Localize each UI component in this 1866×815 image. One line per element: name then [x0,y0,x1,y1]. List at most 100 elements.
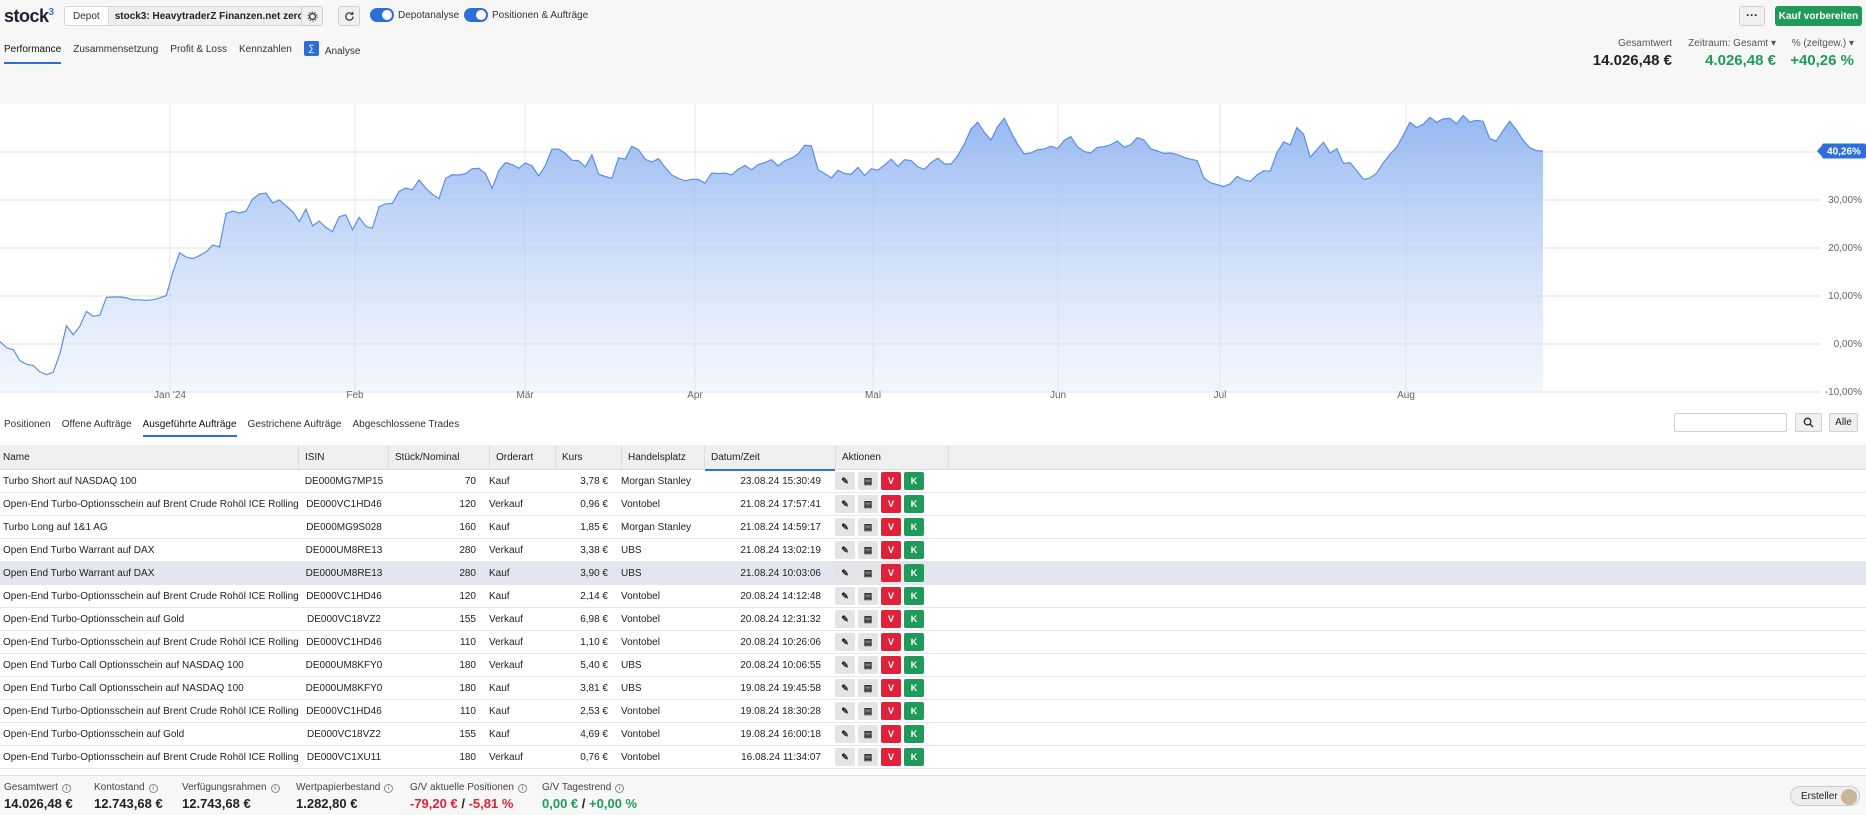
edit-button[interactable]: ✎ [835,495,855,513]
toggle-depotanalyse[interactable]: Depotanalyse [370,8,459,22]
table-row[interactable]: Open-End Turbo-Optionsschein auf Brent C… [0,746,1866,769]
tab-profit-loss[interactable]: Profit & Loss [170,44,227,64]
table-row[interactable]: Open-End Turbo-Optionsschein auf Brent C… [0,700,1866,723]
sell-button[interactable]: V [881,725,901,743]
detail-button[interactable]: ▤ [858,564,878,582]
edit-button[interactable]: ✎ [835,725,855,743]
detail-button[interactable]: ▤ [858,587,878,605]
info-icon[interactable]: i [61,784,71,793]
edit-button[interactable]: ✎ [835,633,855,651]
tab-kennzahlen[interactable]: Kennzahlen [239,44,292,64]
table-row[interactable]: Open End Turbo Call Optionsschein auf NA… [0,677,1866,700]
table-row[interactable]: Open End Turbo Warrant auf DAX DE000UM8RE… [0,539,1866,562]
buy-prepare-button[interactable]: Kauf vorbereiten [1775,6,1862,26]
sell-button[interactable]: V [881,610,901,628]
sell-button[interactable]: V [881,633,901,651]
detail-button[interactable]: ▤ [858,633,878,651]
info-icon[interactable]: i [615,784,625,793]
kpi-percent[interactable]: % (zeitgew.) ▾ +40,26 % [1780,38,1854,69]
edit-button[interactable]: ✎ [835,518,855,536]
detail-button[interactable]: ▤ [858,679,878,697]
settings-button[interactable] [301,6,323,26]
buy-button[interactable]: K [904,725,924,743]
edit-button[interactable]: ✎ [835,587,855,605]
detail-button[interactable]: ▤ [858,495,878,513]
tab-abgeschlossene-trades[interactable]: Abgeschlossene Trades [353,419,460,437]
sell-button[interactable]: V [881,702,901,720]
search-button[interactable] [1795,413,1822,432]
performance-chart[interactable]: -10,00% 0,00% 10,00% 20,00% 30,00% Jan '24 Fe… [0,104,1866,401]
kpi-zeitraum[interactable]: Zeitraum: Gesamt ▾ 4.026,48 € [1680,38,1776,69]
table-row[interactable]: Open-End Turbo-Optionsschein auf Brent C… [0,493,1866,516]
col-isin[interactable]: ISIN [299,445,389,470]
detail-button[interactable]: ▤ [858,518,878,536]
detail-button[interactable]: ▤ [858,725,878,743]
buy-button[interactable]: K [904,702,924,720]
sell-button[interactable]: V [881,748,901,766]
edit-button[interactable]: ✎ [835,472,855,490]
kpi-zeitraum-label[interactable]: Zeitraum: Gesamt ▾ [1680,38,1776,49]
buy-button[interactable]: K [904,633,924,651]
depot-selector[interactable]: Depot stock3: HeavytraderZ Finanzen.net … [64,6,311,26]
sell-button[interactable]: V [881,472,901,490]
buy-button[interactable]: K [904,518,924,536]
buy-button[interactable]: K [904,541,924,559]
info-icon[interactable]: i [517,784,527,793]
sell-button[interactable]: V [881,679,901,697]
creator-button[interactable]: Ersteller [1790,786,1860,806]
info-icon[interactable]: i [384,784,394,793]
refresh-button[interactable] [338,6,360,26]
search-input[interactable] [1674,413,1787,432]
table-row[interactable]: Open-End Turbo-Optionsschein auf Gold DE0… [0,723,1866,746]
tab-positionen[interactable]: Positionen [4,419,51,437]
toggle-switch-depotanalyse[interactable] [370,8,394,22]
buy-button[interactable]: K [904,587,924,605]
buy-button[interactable]: K [904,495,924,513]
table-row[interactable]: Open End Turbo Call Optionsschein auf NA… [0,654,1866,677]
buy-button[interactable]: K [904,564,924,582]
all-filter-button[interactable]: Alle [1829,413,1858,432]
sell-button[interactable]: V [881,518,901,536]
buy-button[interactable]: K [904,748,924,766]
tab-performance[interactable]: Performance [4,44,62,64]
edit-button[interactable]: ✎ [835,564,855,582]
edit-button[interactable]: ✎ [835,610,855,628]
edit-button[interactable]: ✎ [835,656,855,674]
detail-button[interactable]: ▤ [858,541,878,559]
depot-value[interactable]: stock3: HeavytraderZ Finanzen.net zero [107,7,310,25]
tab-zusammensetzung[interactable]: Zusammensetzung [73,44,158,64]
stock3-logo[interactable]: stock3 [4,6,54,27]
tab-gestrichene-auftraege[interactable]: Gestrichene Aufträge [248,419,342,437]
table-row[interactable]: Turbo Short auf NASDAQ 100 DE000MG7MP15 70… [0,470,1866,493]
edit-button[interactable]: ✎ [835,679,855,697]
tab-analyse[interactable]: ∑ Analyse [303,41,360,64]
kpi-percent-label[interactable]: % (zeitgew.) ▾ [1780,38,1854,49]
info-icon[interactable]: i [148,784,158,793]
edit-button[interactable]: ✎ [835,748,855,766]
toggle-positionen[interactable]: Positionen & Aufträge [464,8,588,22]
sell-button[interactable]: V [881,564,901,582]
sell-button[interactable]: V [881,495,901,513]
sell-button[interactable]: V [881,541,901,559]
table-row[interactable]: Turbo Long auf 1&1 AG DE000MG9S028 160 Kauf… [0,516,1866,539]
buy-button[interactable]: K [904,472,924,490]
col-name[interactable]: Name [0,445,299,470]
col-qty[interactable]: Stück/Nominal [389,445,490,470]
detail-button[interactable]: ▤ [858,610,878,628]
tab-offene-auftraege[interactable]: Offene Aufträge [62,419,132,437]
table-row[interactable]: Open End Turbo Warrant auf DAX DE000UM8RE… [0,562,1866,585]
info-icon[interactable]: i [270,784,280,793]
edit-button[interactable]: ✎ [835,702,855,720]
table-row[interactable]: Open-End Turbo-Optionsschein auf Brent C… [0,631,1866,654]
buy-button[interactable]: K [904,656,924,674]
more-button[interactable]: ··· [1739,6,1765,26]
sell-button[interactable]: V [881,656,901,674]
tab-ausgefuehrte-auftraege[interactable]: Ausgeführte Aufträge [142,419,237,437]
sell-button[interactable]: V [881,587,901,605]
table-row[interactable]: Open-End Turbo-Optionsschein auf Gold DE0… [0,608,1866,631]
detail-button[interactable]: ▤ [858,472,878,490]
edit-button[interactable]: ✎ [835,541,855,559]
detail-button[interactable]: ▤ [858,656,878,674]
buy-button[interactable]: K [904,610,924,628]
detail-button[interactable]: ▤ [858,702,878,720]
